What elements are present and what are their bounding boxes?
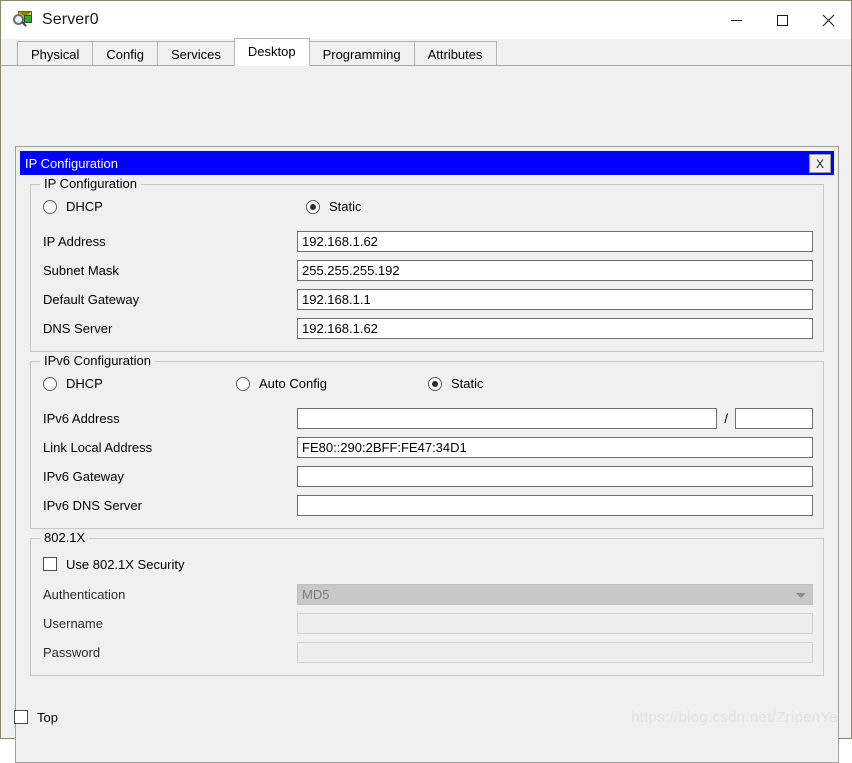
subnet-mask-row: Subnet Mask	[41, 259, 813, 282]
subnet-mask-label: Subnet Mask	[43, 263, 119, 278]
window-titlebar: Server0	[1, 1, 851, 39]
authentication-row: Authentication MD5	[41, 583, 813, 606]
ipv6-dns-server-label: IPv6 DNS Server	[43, 498, 142, 513]
username-input[interactable]	[297, 613, 813, 634]
ipv6-auto-config-label: Auto Config	[259, 376, 327, 391]
ip-address-input[interactable]	[297, 231, 813, 252]
use-dot1x-security-label: Use 802.1X Security	[66, 556, 185, 572]
password-input[interactable]	[297, 642, 813, 663]
ipv6-gateway-input[interactable]	[297, 466, 813, 487]
default-gateway-label: Default Gateway	[43, 292, 140, 307]
ipv6-static-option[interactable]: Static	[428, 376, 484, 391]
ipv4-dhcp-label: DHCP	[66, 199, 103, 214]
ip-address-label: IP Address	[43, 234, 106, 249]
ipv6-address-input[interactable]	[297, 408, 718, 429]
minimize-button[interactable]	[713, 1, 759, 39]
username-row: Username	[41, 612, 813, 635]
dns-server-label: DNS Server	[43, 321, 113, 336]
tab-physical[interactable]: Physical	[17, 41, 94, 66]
close-button[interactable]	[805, 1, 851, 39]
ipv6-address-row: IPv6 Address /	[41, 407, 813, 430]
top-checkbox-label: Top	[37, 709, 58, 725]
default-gateway-row: Default Gateway	[41, 288, 813, 311]
ipv4-static-option[interactable]: Static	[306, 199, 362, 214]
ipv6-static-label: Static	[451, 376, 484, 391]
watermark: https://blog.csdn.net/ZripenYe	[631, 709, 838, 726]
default-gateway-input[interactable]	[297, 289, 813, 310]
ipv6-gateway-row: IPv6 Gateway	[41, 465, 813, 488]
dot1x-group-legend: 802.1X	[40, 531, 90, 545]
authentication-select[interactable]: MD5	[297, 584, 813, 605]
ipv6-dns-server-input[interactable]	[297, 495, 813, 516]
ipv4-mode-row: DHCP Static	[41, 199, 813, 221]
ipv6-configuration-group: IPv6 Configuration DHCP Auto Config Stat…	[30, 354, 824, 529]
desktop-pane: IP Configuration X IP Configuration DHCP	[15, 146, 839, 763]
application-window: Server0 Physical Config Services Desktop…	[0, 0, 852, 763]
ip-address-row: IP Address	[41, 230, 813, 253]
checkbox-icon-use-dot1x-security[interactable]	[43, 557, 57, 571]
ipv6-mode-row: DHCP Auto Config Static	[41, 376, 813, 398]
ipv6-dhcp-option[interactable]: DHCP	[43, 376, 103, 391]
ipv6-dhcp-label: DHCP	[66, 376, 103, 391]
ipv6-prefix-separator: /	[724, 411, 728, 426]
main-tabs: Physical Config Services Desktop Program…	[1, 38, 851, 66]
ipv6-auto-config-option[interactable]: Auto Config	[236, 376, 327, 391]
ip-configuration-close-button[interactable]: X	[809, 154, 831, 173]
ip-configuration-titlebar[interactable]: IP Configuration X	[20, 151, 834, 175]
link-local-address-input[interactable]	[297, 437, 813, 458]
checkbox-icon-top[interactable]	[14, 710, 28, 724]
window-controls	[713, 1, 851, 39]
password-row: Password	[41, 641, 813, 664]
tab-config[interactable]: Config	[92, 41, 158, 66]
ip-configuration-window: IP Configuration X IP Configuration DHCP	[20, 151, 834, 751]
ipv4-group-legend: IP Configuration	[40, 177, 141, 191]
radio-icon-ipv4-dhcp[interactable]	[43, 199, 57, 214]
chevron-down-icon	[796, 593, 806, 598]
authentication-selected-value: MD5	[302, 587, 330, 602]
tab-services[interactable]: Services	[157, 41, 235, 66]
username-label: Username	[43, 616, 103, 631]
client-area: IP Configuration X IP Configuration DHCP	[1, 66, 851, 763]
ip-configuration-title: IP Configuration	[25, 155, 118, 171]
ipv4-configuration-group: IP Configuration DHCP Static IP Address …	[30, 177, 824, 352]
radio-icon-ipv6-dhcp[interactable]	[43, 376, 57, 391]
ipv6-prefix-length-input[interactable]	[735, 408, 813, 429]
ipv4-static-label: Static	[329, 199, 362, 214]
tab-programming[interactable]: Programming	[308, 41, 415, 66]
window-title: Server0	[42, 11, 99, 28]
link-local-address-row: Link Local Address	[41, 436, 813, 459]
tab-attributes[interactable]: Attributes	[413, 41, 497, 66]
tab-desktop[interactable]: Desktop	[233, 38, 310, 66]
password-label: Password	[43, 645, 101, 660]
radio-icon-ipv6-static[interactable]	[428, 376, 442, 391]
ipv6-group-legend: IPv6 Configuration	[40, 354, 155, 368]
dns-server-input[interactable]	[297, 318, 813, 339]
ipv6-dns-server-row: IPv6 DNS Server	[41, 494, 813, 517]
maximize-button[interactable]	[759, 1, 805, 39]
ipv6-address-label: IPv6 Address	[43, 411, 120, 426]
link-local-address-label: Link Local Address	[43, 440, 153, 455]
authentication-label: Authentication	[43, 587, 126, 602]
ipv6-gateway-label: IPv6 Gateway	[43, 469, 124, 484]
dns-server-row: DNS Server	[41, 317, 813, 340]
ipv4-dhcp-option[interactable]: DHCP	[43, 199, 103, 214]
dot1x-group: 802.1X Use 802.1X Security Authenticatio…	[30, 531, 824, 676]
packet-tracer-icon	[13, 10, 33, 30]
radio-icon-ipv4-static[interactable]	[306, 199, 320, 214]
ip-configuration-body: IP Configuration DHCP Static IP Address …	[20, 175, 834, 751]
subnet-mask-input[interactable]	[297, 260, 813, 281]
radio-icon-ipv6-auto-config[interactable]	[236, 376, 250, 391]
use-dot1x-security-row[interactable]: Use 802.1X Security	[41, 553, 813, 575]
